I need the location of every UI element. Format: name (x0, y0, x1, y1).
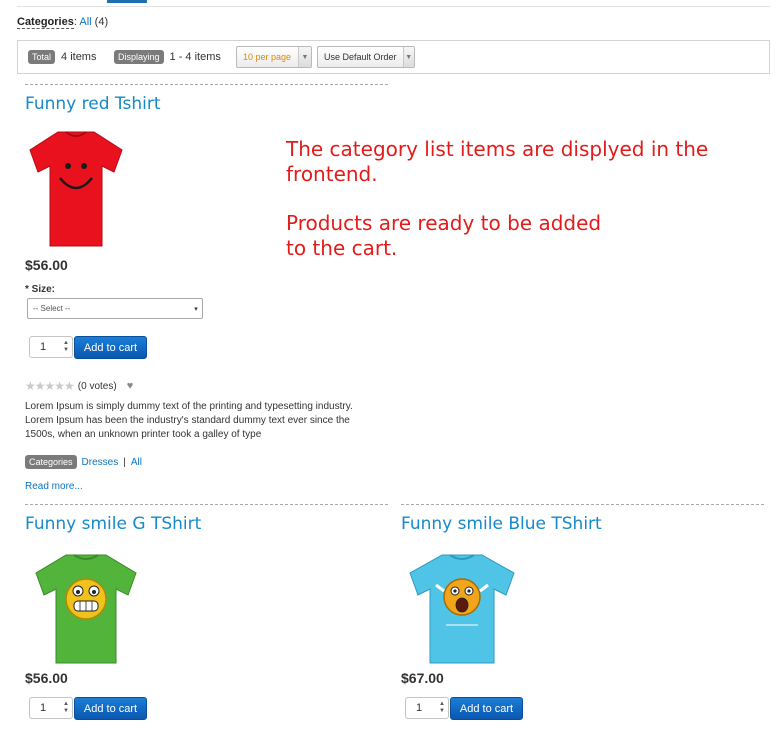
active-tab-indicator (107, 0, 147, 3)
displaying-badge: Displaying (114, 50, 164, 64)
quantity-value: 1 (40, 702, 47, 714)
size-select-value: -- Select -- (33, 304, 71, 313)
annotation-text-2: Products are ready to be added to the ca… (286, 211, 602, 260)
category-filter: Categories: All (4) (17, 16, 109, 29)
stepper-arrows-icon[interactable]: ▲ ▼ (60, 340, 72, 354)
star-rating-icon[interactable]: ★★★★★ (25, 379, 75, 393)
per-page-value: 10 per page (243, 52, 292, 62)
product-price: $67.00 (401, 670, 444, 686)
product-title-link[interactable]: Funny smile G TShirt (25, 514, 201, 534)
product-price: $56.00 (25, 257, 68, 273)
all-categories-link[interactable]: All (79, 16, 91, 28)
category-separator: | (123, 456, 126, 468)
product-divider (25, 504, 388, 505)
size-label: * Size: (25, 284, 56, 295)
annotation-text-1: The category list items are displyed in … (286, 137, 709, 186)
category-link-dresses[interactable]: Dresses (82, 457, 119, 468)
product-title-link[interactable]: Funny red Tshirt (25, 94, 161, 114)
product-image[interactable] (28, 126, 124, 250)
displaying-value: 1 - 4 items (169, 51, 221, 63)
product-title-link[interactable]: Funny smile Blue TShirt (401, 514, 602, 534)
quantity-stepper[interactable]: 1 ▲ ▼ (29, 336, 73, 358)
product-categories: Categories Dresses | All (25, 455, 142, 469)
quantity-stepper[interactable]: 1 ▲ ▼ (405, 697, 449, 719)
product-image[interactable] (406, 551, 518, 667)
quantity-value: 1 (40, 341, 47, 353)
rating-row: ★★★★★ (0 votes) ♥ (25, 379, 133, 393)
displaying-info: Displaying 1 - 4 items (114, 49, 221, 65)
total-info: Total 4 items (28, 49, 96, 65)
top-divider (17, 6, 770, 7)
chevron-down-icon: ▼ (298, 47, 311, 67)
quantity-stepper[interactable]: 1 ▲ ▼ (29, 697, 73, 719)
tshirt-red-image (29, 131, 123, 247)
total-value: 4 items (61, 51, 97, 63)
add-to-cart-button[interactable]: Add to cart (450, 697, 523, 720)
total-badge: Total (28, 50, 56, 64)
list-toolbar: Total 4 items Displaying 1 - 4 items 10 … (17, 40, 770, 74)
chevron-down-icon: ▾ (194, 305, 198, 313)
vote-count: (0 votes) (77, 380, 117, 392)
product-description: Lorem Ipsum is simply dummy text of the … (25, 401, 353, 440)
product-divider (25, 84, 388, 85)
add-to-cart-button[interactable]: Add to cart (74, 697, 147, 720)
read-more-link[interactable]: Read more... (25, 481, 83, 492)
order-select[interactable]: Use Default Order ▼ (317, 46, 415, 68)
size-select[interactable]: -- Select -- ▾ (27, 298, 203, 319)
stepper-arrows-icon[interactable]: ▲ ▼ (436, 701, 448, 715)
chevron-down-icon: ▼ (402, 47, 414, 67)
product-image[interactable] (32, 551, 140, 667)
category-link-all[interactable]: All (131, 457, 142, 468)
tshirt-green-image (35, 554, 137, 664)
quantity-value: 1 (416, 702, 423, 714)
categories-label[interactable]: Categories (17, 16, 74, 29)
category-count: (4) (94, 16, 109, 28)
stepper-arrows-icon[interactable]: ▲ ▼ (60, 701, 72, 715)
product-price: $56.00 (25, 670, 68, 686)
order-value: Use Default Order (324, 52, 397, 62)
categories-badge: Categories (25, 455, 77, 469)
add-to-cart-button[interactable]: Add to cart (74, 336, 147, 359)
per-page-select[interactable]: 10 per page ▼ (236, 46, 312, 68)
tshirt-blue-image (409, 554, 515, 664)
product-divider (401, 504, 764, 505)
vote-icon[interactable]: ♥ (127, 380, 134, 392)
